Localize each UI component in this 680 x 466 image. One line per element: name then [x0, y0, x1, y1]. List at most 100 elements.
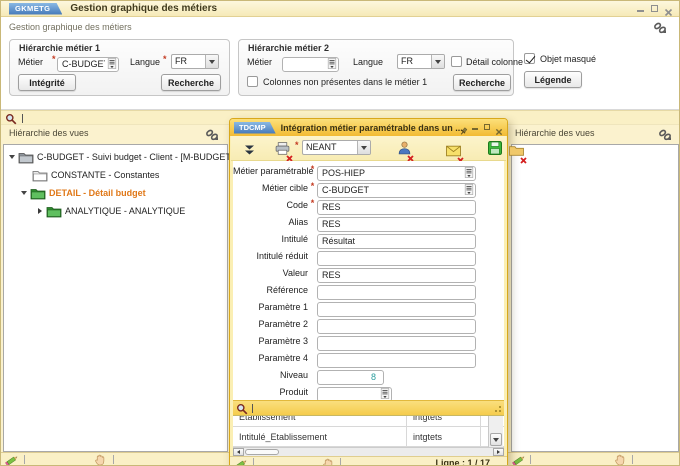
left-panel-title: Hiérarchie des vues [9, 128, 89, 138]
lookup-icon[interactable] [380, 386, 390, 397]
field-row: Métier cible * [233, 179, 504, 196]
maximize-icon[interactable] [483, 123, 491, 131]
dialog-controls [459, 123, 503, 131]
collapse-toolbar-icon[interactable] [243, 143, 256, 161]
statusbar-separator [340, 458, 341, 466]
grid-cell-value: intgtets [407, 427, 481, 446]
field-label: Métier paramétrable [233, 166, 308, 176]
dialog-titlebar[interactable]: TDCMP Intégration métier paramétrable da… [230, 119, 507, 136]
tree-item-cbudget[interactable]: C-BUDGET - Suivi budget - Client - [M-BU… [4, 148, 227, 166]
recherche1-button[interactable]: Recherche [161, 74, 221, 91]
chevron-down-icon[interactable] [205, 55, 218, 68]
dialog-toolbar: * NEANT [231, 136, 506, 161]
mail-cancel-icon[interactable] [446, 144, 461, 162]
chevron-expanded-icon[interactable] [7, 155, 17, 159]
parametre-1-input[interactable] [317, 302, 476, 317]
pan-hand-icon[interactable] [322, 457, 334, 466]
tree-item-analytique[interactable]: ANALYTIQUE - ANALYTIQUE [4, 202, 227, 220]
langue2-select[interactable]: FR [397, 54, 445, 69]
field-label: Produit [233, 387, 308, 397]
close-icon[interactable] [664, 4, 673, 13]
resize-grip[interactable] [494, 405, 502, 413]
folder-cancel-icon[interactable] [509, 144, 524, 162]
niveau-input[interactable] [317, 370, 384, 385]
dialog-code-tab[interactable]: TDCMP [234, 122, 276, 134]
grid-search-bar[interactable] [233, 400, 504, 415]
required-marker: * [308, 198, 317, 208]
pan-hand-icon[interactable] [614, 453, 626, 466]
field-row: Valeur [233, 264, 504, 281]
metier1-combo [57, 54, 119, 72]
valeur-input[interactable] [317, 268, 476, 283]
user-cancel-icon[interactable] [398, 141, 411, 160]
intitule-reduit-input[interactable] [317, 251, 476, 266]
parametre-2-input[interactable] [317, 319, 476, 334]
save-icon[interactable] [488, 141, 502, 160]
lookup-icon[interactable] [464, 182, 474, 193]
tree-item-detail[interactable]: DETAIL - Détail budget [4, 184, 227, 202]
field-label: Paramètre 4 [233, 353, 308, 363]
scroll-down-icon[interactable] [490, 433, 502, 446]
chevron-down-icon[interactable] [357, 141, 370, 154]
chevron-down-icon[interactable] [431, 55, 444, 68]
intitule-input[interactable] [317, 234, 476, 249]
chevron-expanded-icon[interactable] [19, 191, 29, 195]
window-controls [636, 4, 673, 13]
field-label: Paramètre 3 [233, 336, 308, 346]
alias-input[interactable] [317, 217, 476, 232]
breadcrumb: Gestion graphique des métiers [9, 22, 132, 32]
lookup-icon[interactable] [327, 56, 337, 67]
tree-item-label: CONSTANTE - Constantes [51, 170, 159, 180]
parametre-3-input[interactable] [317, 336, 476, 351]
edit-pencil-icon[interactable] [5, 453, 19, 466]
table-row[interactable]: Intitulé_Etablissement intgtets [233, 427, 504, 447]
minimize-icon[interactable] [636, 4, 645, 13]
objet-masque-checkbox[interactable] [524, 53, 535, 64]
right-panel-title: Hiérarchie des vues [515, 128, 595, 138]
langue1-select[interactable]: FR [171, 54, 219, 69]
lookup-icon[interactable] [107, 56, 117, 67]
views-tree-panel: C-BUDGET - Suivi budget - Client - [M-BU… [3, 144, 228, 452]
reference-input[interactable] [317, 285, 476, 300]
field-row: Niveau [233, 366, 504, 383]
destination-select[interactable]: NEANT [302, 140, 371, 155]
integrite-button[interactable]: Intégrité [18, 74, 76, 91]
statusbar-separator [253, 458, 254, 466]
field-label: Intitulé réduit [233, 251, 308, 261]
scrollbar-thumb[interactable] [245, 449, 279, 455]
field-label: Paramètre 1 [233, 302, 308, 312]
edit-pencil-icon[interactable] [512, 453, 526, 466]
metier-cible-input[interactable] [317, 183, 476, 198]
edit-pencil-icon[interactable] [234, 457, 248, 466]
code-input[interactable] [317, 200, 476, 215]
parametre-4-input[interactable] [317, 353, 476, 368]
close-icon[interactable] [495, 123, 503, 131]
vertical-scrollbar[interactable] [488, 416, 503, 447]
views-tree-panel-right [511, 144, 679, 452]
link-icon[interactable] [653, 21, 667, 39]
application-window: GKMETG Gestion graphique des métiers Ges… [0, 0, 680, 466]
detail-colonne-checkbox[interactable] [451, 56, 462, 67]
field-row: Alias [233, 213, 504, 230]
chevron-collapsed-icon[interactable] [35, 208, 45, 214]
dialog-grid: Etablissement intgtets Intitulé_Etabliss… [233, 415, 504, 447]
legende-button[interactable]: Légende [524, 71, 582, 88]
metier-parametrable-input[interactable] [317, 166, 476, 181]
maximize-icon[interactable] [650, 4, 659, 13]
tree-item-constante[interactable]: CONSTANTE - Constantes [4, 166, 227, 184]
scroll-left-icon[interactable] [233, 448, 244, 456]
folder-green-icon [46, 205, 62, 218]
scroll-right-icon[interactable] [493, 448, 504, 456]
table-row[interactable]: Etablissement intgtets [233, 415, 504, 427]
transaction-code-tab[interactable]: GKMETG [9, 3, 62, 15]
colonnes-checkbox[interactable] [247, 76, 258, 87]
lookup-icon[interactable] [464, 165, 474, 176]
minimize-icon[interactable] [471, 123, 479, 131]
pin-icon[interactable] [459, 123, 467, 131]
field-label: Code [233, 200, 308, 210]
langue1-value: FR [172, 55, 205, 68]
recherche2-button[interactable]: Recherche [453, 74, 511, 91]
pan-hand-icon[interactable] [94, 453, 106, 466]
horizontal-scrollbar[interactable] [233, 447, 504, 456]
printer-cancel-icon[interactable] [275, 142, 290, 160]
